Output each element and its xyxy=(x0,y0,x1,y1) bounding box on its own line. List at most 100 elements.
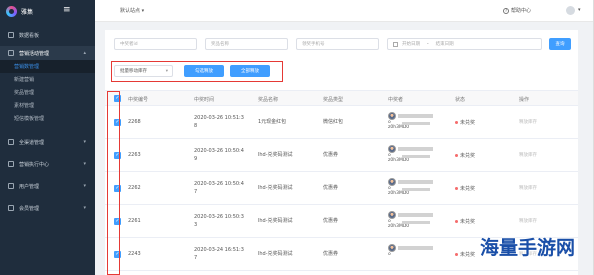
site-select[interactable]: 默认站点 ▾ xyxy=(120,7,144,14)
sidebar-subitem-winners[interactable]: 营销数管理 xyxy=(0,60,95,73)
time-line: 7 xyxy=(194,255,198,261)
cell-type: 优惠券 xyxy=(323,251,339,257)
time-line: 3 xyxy=(194,222,198,228)
date-separator: - xyxy=(427,41,429,47)
time-line: 2020-03-26 10:50:3 xyxy=(194,214,244,220)
status-dot-icon xyxy=(455,253,458,256)
sidebar-item-campaign[interactable]: 营销活动管理 ▴ xyxy=(0,46,95,60)
highlight-box-checkboxes xyxy=(107,91,120,275)
cell-time: 2020-03-26 10:50:3 3 xyxy=(194,213,244,229)
chevron-down-icon: ▾ xyxy=(165,68,168,74)
help-icon: ? xyxy=(503,7,509,14)
time-line: 8 xyxy=(194,123,198,129)
redacted-bar xyxy=(398,147,433,151)
calendar-icon xyxy=(393,41,398,47)
cell-prize: lhd-兑奖码测试 xyxy=(258,152,293,158)
winner-text: o xyxy=(388,252,391,257)
release-all-button[interactable]: 全部释放 xyxy=(230,65,270,77)
cell-id: 2243 xyxy=(128,251,141,257)
campaign-icon xyxy=(8,50,14,56)
sidebar-item-dashboard[interactable]: 数据看板 xyxy=(0,28,95,42)
menu-toggle-icon[interactable]: ≡ xyxy=(63,6,71,15)
chevron-down-icon[interactable]: ▾ xyxy=(578,7,581,13)
cell-time: 2020-03-26 10:51:3 8 xyxy=(194,114,244,130)
sidebar-item-users[interactable]: 用户管理 ▾ xyxy=(0,175,95,197)
sidebar-item-label: 营销执行中心 xyxy=(19,161,50,168)
release-stock-link[interactable]: 释放库存 xyxy=(519,218,537,224)
cell-time: 2020-03-26 10:50:4 7 xyxy=(194,180,244,196)
sidebar-item-channels[interactable]: 全渠道管理 ▾ xyxy=(0,131,95,153)
sidebar-item-label: 全渠道管理 xyxy=(19,139,45,146)
release-stock-link[interactable]: 释放库存 xyxy=(519,119,537,125)
time-line: 2020-03-26 10:51:3 xyxy=(194,115,244,121)
cell-prize: lhd-兑奖码测试 xyxy=(258,218,293,224)
status-dot-icon xyxy=(455,187,458,190)
winner-avatar xyxy=(388,145,396,153)
cell-type: 优惠券 xyxy=(323,152,339,158)
table-header: 中奖编号 中奖时间 奖品名称 奖品类型 中奖者 状态 操作 xyxy=(105,90,578,106)
chevron-down-icon: ▾ xyxy=(83,161,86,167)
time-line: 2020-03-26 10:50:4 xyxy=(194,181,244,187)
cell-prize: lhd-兑奖码测试 xyxy=(258,185,293,191)
batch-action-select[interactable]: 批量移动库存 ▾ xyxy=(114,65,173,77)
release-stock-link[interactable]: 释放库存 xyxy=(519,152,537,158)
chevron-down-icon: ▾ xyxy=(83,183,86,189)
release-checked-button[interactable]: 勾选释放 xyxy=(184,65,224,77)
column-header: 奖品类型 xyxy=(323,97,344,103)
status-badge: 未兑奖 xyxy=(455,218,475,225)
topbar: 默认站点 ▾ ? 帮助中心 ▾ xyxy=(95,0,594,22)
sidebar-subitem-prizes[interactable]: 奖品管理 xyxy=(0,86,95,99)
cell-winner: o z0h3MD0 xyxy=(388,145,450,165)
sidebar-subitem-new-campaign[interactable]: 新建营销 xyxy=(0,73,95,86)
winner-line: z0h3MD0 xyxy=(388,191,410,196)
status-text: 未兑奖 xyxy=(460,153,476,159)
column-header: 中奖时间 xyxy=(194,97,215,103)
members-icon xyxy=(8,205,14,211)
winner-line: z0h3MD0 xyxy=(388,125,410,130)
time-line: 9 xyxy=(194,156,198,162)
users-icon xyxy=(8,183,14,189)
cell-id: 2263 xyxy=(128,152,141,158)
execution-icon xyxy=(8,161,14,167)
sidebar-subitem-label: 短信模板管理 xyxy=(14,116,45,122)
winner-line: z0h3MD0 xyxy=(388,158,410,163)
redacted-bar xyxy=(398,180,433,184)
avatar[interactable] xyxy=(566,6,575,15)
sidebar-subitem-materials[interactable]: 素材管理 xyxy=(0,99,95,112)
column-header: 状态 xyxy=(455,97,466,103)
winner-avatar xyxy=(388,112,396,120)
sidebar-item-execution[interactable]: 营销执行中心 ▾ xyxy=(0,153,95,175)
status-dot-icon xyxy=(455,121,458,124)
redacted-bar xyxy=(398,246,433,250)
query-button[interactable]: 查询 xyxy=(549,38,571,50)
time-line: 7 xyxy=(194,189,198,195)
redacted-bar xyxy=(402,188,430,191)
cell-winner: o z0h3MD0 xyxy=(388,178,450,198)
cell-type: 微信红包 xyxy=(323,119,344,125)
prize-name-input[interactable]: 奖品名称 xyxy=(205,38,288,50)
date-range-picker[interactable]: 开始日期 - 结束日期 xyxy=(387,38,542,50)
table-row: ✓ 2262 2020-03-26 10:50:4 7 lhd-兑奖码测试 优惠券… xyxy=(105,172,578,205)
end-date: 结束日期 xyxy=(435,42,454,47)
winner-avatar xyxy=(388,211,396,219)
winner-avatar xyxy=(388,244,396,252)
redacted-bar xyxy=(402,221,430,224)
cell-winner: o xyxy=(388,244,450,264)
winner-id-input[interactable]: 中奖者id xyxy=(114,38,197,50)
brand-logo[interactable]: 雅集 xyxy=(0,0,95,22)
sidebar-subitem-sms[interactable]: 短信模板管理 xyxy=(0,112,95,125)
status-text: 未兑奖 xyxy=(460,252,476,258)
cell-time: 2020-03-24 16:51:3 7 xyxy=(194,246,244,262)
cell-id: 2261 xyxy=(128,218,141,224)
cell-winner: o z0h3MD0 xyxy=(388,211,450,231)
sidebar-item-members[interactable]: 会员管理 ▾ xyxy=(0,197,95,219)
status-badge: 未兑奖 xyxy=(455,152,475,159)
time-line: 2020-03-26 10:50:4 xyxy=(194,148,244,154)
phone-input[interactable]: 领奖手机号 xyxy=(296,38,379,50)
release-stock-link[interactable]: 释放库存 xyxy=(519,185,537,191)
sidebar-subitem-label: 新建营销 xyxy=(14,77,35,83)
table-row: ✓ 2268 2020-03-26 10:51:3 8 1元现金红包 微信红包 o… xyxy=(105,106,578,139)
help-center-link[interactable]: ? 帮助中心 xyxy=(503,7,531,14)
redacted-bar xyxy=(398,114,433,118)
chevron-down-icon: ▾ xyxy=(83,139,86,145)
